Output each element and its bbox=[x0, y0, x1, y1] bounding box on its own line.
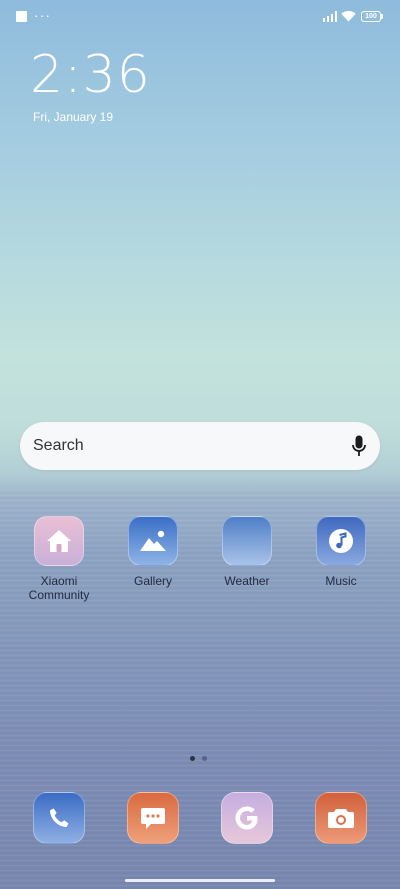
music-note-icon[interactable] bbox=[316, 516, 366, 566]
phone-icon[interactable] bbox=[33, 792, 85, 844]
house-icon[interactable] bbox=[34, 516, 84, 566]
status-bar: ··· 100 bbox=[0, 0, 400, 36]
app-music[interactable]: Music bbox=[296, 516, 386, 588]
battery-icon: 100 bbox=[361, 11, 381, 22]
dock-google[interactable] bbox=[221, 792, 273, 844]
app-xiaomi-community[interactable]: Xiaomi Community bbox=[14, 516, 104, 602]
dock-camera[interactable] bbox=[315, 792, 367, 844]
more-notifications-indicator: ··· bbox=[34, 7, 51, 23]
clock-time[interactable]: 2:36 bbox=[30, 44, 151, 106]
battery-tip bbox=[381, 14, 383, 19]
page-dot-inactive bbox=[202, 756, 207, 761]
clock-date[interactable]: Fri, January 19 bbox=[33, 109, 113, 125]
app-label: Gallery bbox=[133, 574, 172, 588]
search-placeholder: Search bbox=[33, 437, 84, 454]
home-indicator[interactable] bbox=[125, 879, 275, 882]
weather-icon[interactable] bbox=[222, 516, 272, 566]
notification-square-icon bbox=[16, 11, 27, 22]
dock-messages[interactable] bbox=[127, 792, 179, 844]
app-weather[interactable]: Weather bbox=[202, 516, 292, 588]
wifi-icon bbox=[341, 10, 356, 22]
google-g-icon[interactable] bbox=[221, 792, 273, 844]
page-dot-active bbox=[190, 756, 195, 761]
app-label: Weather bbox=[224, 574, 270, 588]
signal-icon bbox=[323, 11, 337, 22]
app-label: Xiaomi Community bbox=[28, 574, 90, 602]
page-indicator bbox=[190, 756, 210, 762]
search-bar[interactable]: Search bbox=[20, 422, 380, 470]
landscape-icon[interactable] bbox=[128, 516, 178, 566]
dock-phone[interactable] bbox=[33, 792, 85, 844]
app-label: Music bbox=[325, 574, 357, 588]
microphone-icon[interactable] bbox=[352, 435, 366, 457]
message-bubble-icon[interactable] bbox=[127, 792, 179, 844]
app-gallery[interactable]: Gallery bbox=[108, 516, 198, 588]
camera-icon[interactable] bbox=[315, 792, 367, 844]
home-screen: ··· 100 2:36 Fri, January 19 Search Xiao… bbox=[0, 0, 400, 889]
